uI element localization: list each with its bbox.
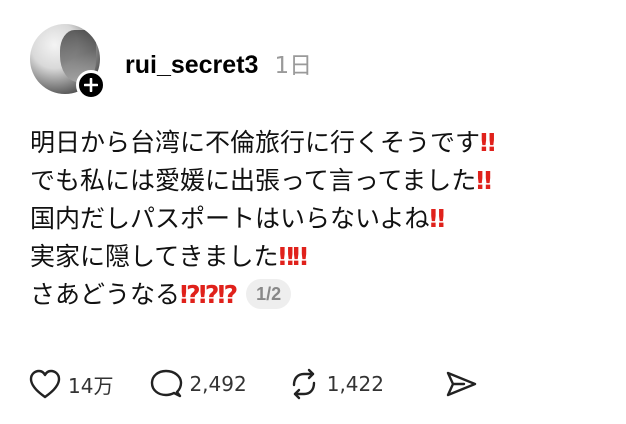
- like-button[interactable]: 14万: [28, 368, 113, 400]
- repost-button[interactable]: 1,422: [287, 368, 384, 400]
- post-line: でも私には愛媛に出張って言ってました‼: [30, 162, 494, 200]
- post-header: rui_secret3 1日: [125, 46, 312, 80]
- post-line-text: 実家に隠してきました: [30, 242, 279, 271]
- reply-count: 2,492: [189, 372, 247, 396]
- post-timestamp[interactable]: 1日: [274, 46, 312, 80]
- reply-button[interactable]: 2,492: [149, 368, 247, 400]
- comment-icon: [151, 369, 183, 398]
- post-line: 明日から台湾に不倫旅行に行くそうです‼: [30, 124, 496, 162]
- repost-count: 1,422: [326, 372, 384, 396]
- page-indicator: 1/2: [246, 279, 292, 309]
- post-line-text: 明日から台湾に不倫旅行に行くそうです: [30, 128, 481, 157]
- repost-icon: [292, 368, 315, 400]
- post-line: さあどうなる⁉⁉⁉ 1/2: [30, 276, 494, 314]
- post-line: 実家に隠してきました‼‼: [30, 238, 494, 276]
- post-body: 明日から台湾に不倫旅行に行くそうです‼ でも私には愛媛に出張って言ってました‼ …: [30, 124, 496, 314]
- exclamation-emoji: ‼: [480, 128, 496, 157]
- like-count: 14万: [68, 373, 114, 398]
- interrobang-emoji: ⁉⁉⁉: [180, 280, 238, 309]
- post-line-text: 国内だしパスポートはいらないよね: [30, 204, 430, 233]
- plus-icon: [84, 78, 98, 92]
- post-line-text: でも私には愛媛に出張って言ってました: [30, 166, 477, 195]
- avatar-container[interactable]: [30, 24, 106, 100]
- action-bar: 14万 2,492 1,422: [28, 366, 478, 402]
- post-line: 国内だしパスポートはいらないよね‼: [30, 200, 494, 238]
- follow-button[interactable]: [76, 70, 106, 100]
- exclamation-emoji: ‼: [476, 166, 492, 195]
- username-link[interactable]: rui_secret3: [125, 51, 258, 80]
- send-icon: [446, 371, 477, 397]
- post-line-text: さあどうなる: [30, 280, 181, 309]
- share-button[interactable]: [444, 368, 478, 400]
- thread-post: rui_secret3 1日 明日から台湾に不倫旅行に行くそうです‼ でも私には…: [0, 0, 626, 424]
- exclamation-emoji: ‼‼: [278, 242, 308, 271]
- heart-icon: [29, 369, 61, 399]
- exclamation-emoji: ‼: [429, 204, 446, 233]
